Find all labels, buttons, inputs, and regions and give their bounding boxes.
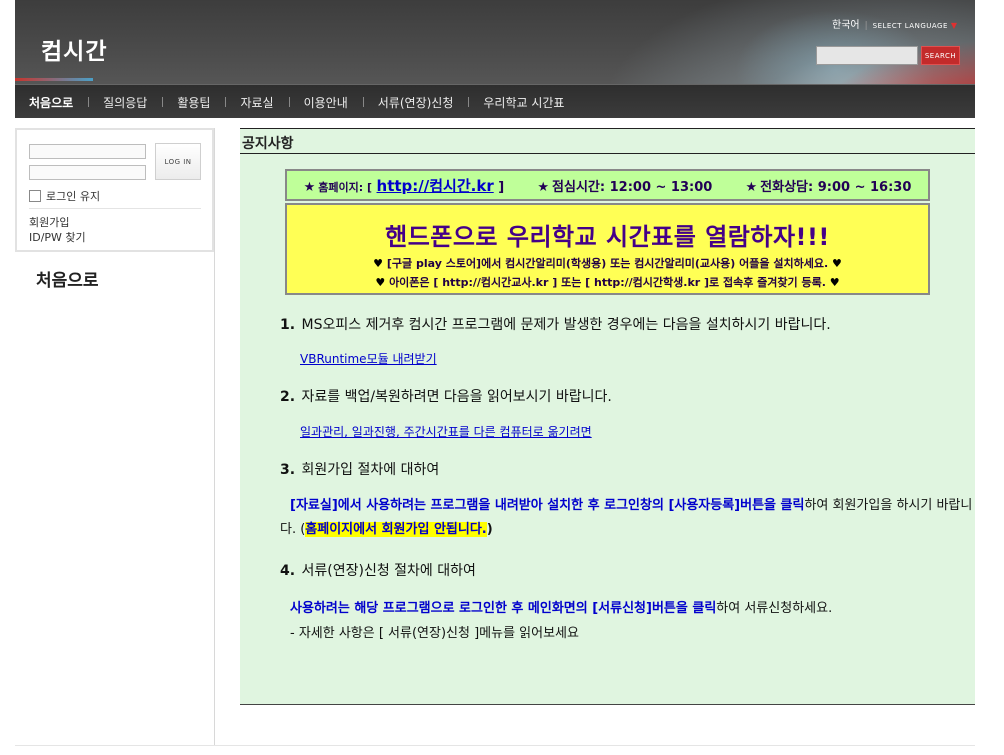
star-icon: ★ [745,179,758,195]
divider [29,208,201,209]
homepage-link[interactable]: http://컴시간.kr [377,177,494,195]
login-box: LOG IN 로그인 유지 회원가입 ID/PW 찾기 [15,128,214,252]
language-selector[interactable]: 한국어 | SELECT LANGUAGE ▼ [832,16,957,31]
heart-icon: ♥ [373,257,384,270]
find-account-link[interactable]: ID/PW 찾기 [29,229,86,245]
nav-item-document-request[interactable]: 서류(연장)신청 [362,94,469,111]
search-button[interactable]: SEARCH [921,46,960,65]
notice-item: 3. 회원가입 절차에 대하여 [280,462,440,478]
nav-item-home[interactable]: 처음으로 [15,94,88,111]
keep-login-checkbox[interactable] [29,190,41,202]
password-input[interactable] [29,165,146,180]
nav-item-qna[interactable]: 질의응답 [88,94,162,111]
sidebar-heading: 처음으로 [36,271,99,291]
nav-item-school-timetable[interactable]: 우리학교 시간표 [468,94,579,111]
star-icon: ★ [537,179,550,195]
keep-login-option[interactable]: 로그인 유지 [29,188,100,204]
banner-line: ♥ 아이폰은 [ http://컴시간교사.kr ] 또는 [ http://컴… [375,276,840,289]
header-accent-line [15,78,93,81]
search-input[interactable] [816,46,918,65]
login-button[interactable]: LOG IN [155,143,201,180]
heart-icon: ♥ [829,276,840,289]
info-bar: ★ 홈페이지: [ http://컴시간.kr ] ★ 점심시간: 12:00 ~ … [285,169,930,201]
homepage-info: ★ 홈페이지: [ http://컴시간.kr ] [303,176,505,195]
star-icon: ★ [303,179,316,195]
page-title: 공지사항 [242,136,294,152]
vbruntime-download-link[interactable]: VBRuntime모듈 내려받기 [300,350,437,367]
backup-guide-link[interactable]: 일과관리, 일과진행, 주간시간표를 다른 컴퓨터로 옮기려면 [300,423,592,440]
nav-item-guide[interactable]: 이용안내 [288,94,363,111]
content-title-bar: 공지사항 [240,128,975,154]
nav-item-tips[interactable]: 활용팁 [162,94,225,111]
select-language-label[interactable]: SELECT LANGUAGE [873,22,948,30]
site-logo[interactable]: 컴시간 [41,32,107,66]
separator: | [864,21,868,31]
notice-item: 4. 서류(연장)신청 절차에 대하여 [280,563,476,579]
phone-info: ★ 전화상담: 9:00 ~ 16:30 [745,179,912,195]
signup-instructions: [자료실]에서 사용하려는 프로그램을 내려받아 설치한 후 로그인창의 [사용… [280,498,973,537]
banner-line: ♥ [구글 play 스토어]에서 컴시간알리미(학생용) 또는 컴시간알리미(… [373,257,842,270]
keep-login-label: 로그인 유지 [46,190,101,203]
footer-divider [15,745,975,746]
signup-link[interactable]: 회원가입 [29,214,69,230]
heart-icon: ♥ [375,276,386,289]
nav-item-downloads[interactable]: 자료실 [225,94,288,111]
main-nav: 처음으로 질의응답 활용팁 자료실 이용안내 서류(연장)신청 우리학교 시간표 [15,84,975,118]
banner-headline: 핸드폰으로 우리학교 시간표를 열람하자!!! [385,223,830,251]
site-header: 컴시간 한국어 | SELECT LANGUAGE ▼ SEARCH 처음으로 질의응… [15,0,975,118]
chevron-down-icon[interactable]: ▼ [951,21,957,30]
notice-item: 1. MS오피스 제거후 컴시간 프로그램에 문제가 발생한 경우에는 다음을 … [280,317,831,333]
notice-content: ★ 홈페이지: [ http://컴시간.kr ] ★ 점심시간: 12:00 ~ … [240,154,975,705]
mobile-banner: 핸드폰으로 우리학교 시간표를 열람하자!!! ♥ [구글 play 스토어]에… [285,203,930,295]
document-request-instructions: 사용하려는 해당 프로그램으로 로그인한 후 메인화면의 [서류신청]버튼을 클… [290,601,833,616]
notice-item: 2. 자료를 백업/복원하려면 다음을 읽어보시기 바랍니다. [280,389,612,405]
heart-icon: ♥ [831,257,842,270]
document-request-note: - 자세한 사항은 [ 서류(연장)신청 ]메뉴를 읽어보세요 [290,626,579,641]
lunch-info: ★ 점심시간: 12:00 ~ 13:00 [537,179,713,195]
user-id-input[interactable] [29,144,146,159]
current-language[interactable]: 한국어 [832,20,860,31]
